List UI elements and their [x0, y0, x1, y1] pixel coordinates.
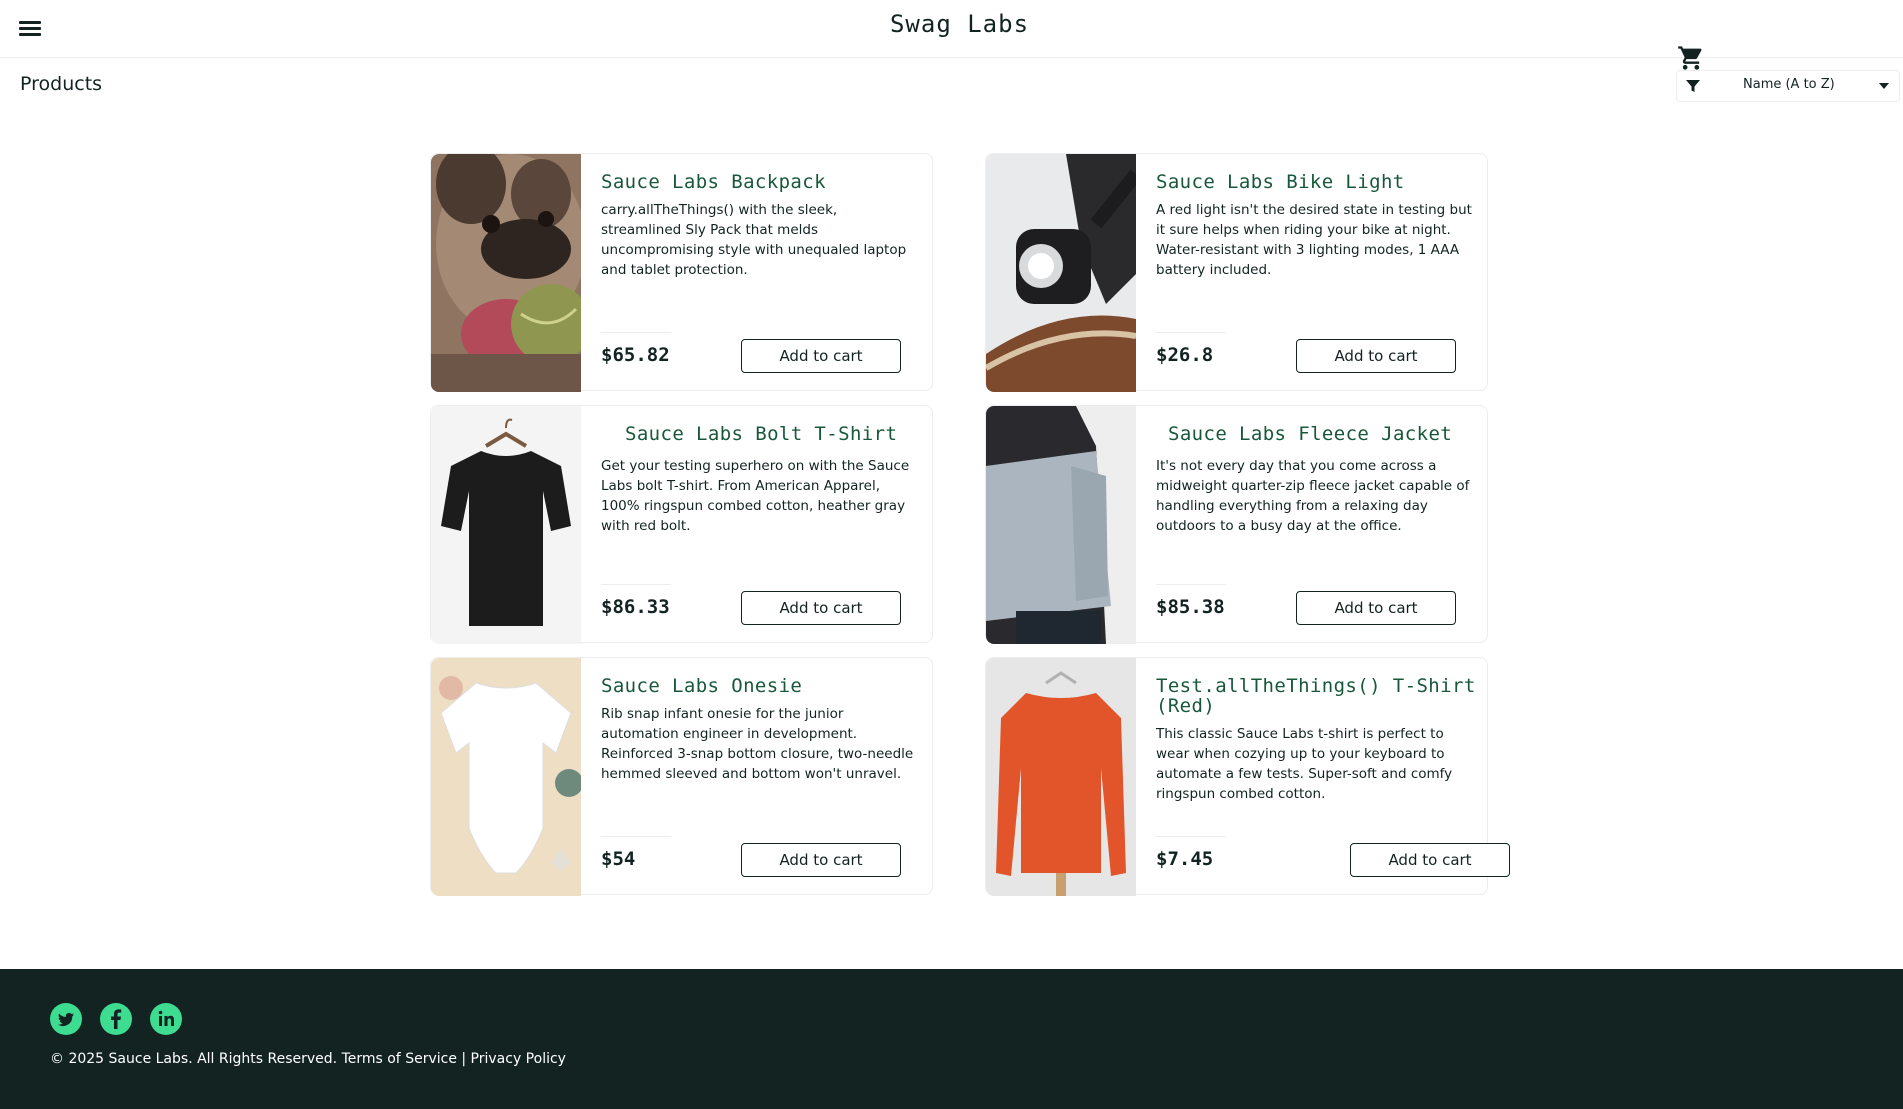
price-divider: [601, 836, 671, 837]
chevron-down-icon: [1879, 83, 1889, 89]
add-to-cart-button[interactable]: Add to cart: [741, 843, 901, 877]
primary-header: Swag Labs: [0, 0, 1903, 58]
product-description: Rib snap infant onesie for the junior au…: [601, 706, 914, 782]
page-title: Products: [20, 73, 103, 95]
secondary-header: Products: [0, 58, 1903, 113]
product-price: $85.38: [1156, 596, 1225, 618]
product-description: This classic Sauce Labs t-shirt is perfe…: [1156, 726, 1453, 802]
price-divider: [601, 584, 671, 585]
product-image-fleece-jacket[interactable]: [986, 406, 1136, 644]
price-divider: [1156, 836, 1226, 837]
inventory-item: Sauce Labs Backpack carry.allTheThings()…: [430, 153, 933, 392]
facebook-icon[interactable]: [100, 1003, 132, 1035]
product-image-red-tshirt[interactable]: [986, 658, 1136, 896]
product-description: A red light isn't the desired state in t…: [1156, 202, 1472, 278]
twitter-icon[interactable]: [50, 1003, 82, 1035]
product-price: $86.33: [601, 596, 670, 618]
product-image-bolt-tshirt[interactable]: [431, 406, 581, 644]
product-name[interactable]: Sauce Labs Backpack: [601, 172, 921, 192]
product-name[interactable]: Sauce Labs Onesie: [601, 676, 921, 696]
footer-copyright: © 2025 Sauce Labs. All Rights Reserved. …: [50, 1051, 566, 1067]
filter-icon: [1686, 80, 1700, 92]
price-divider: [1156, 332, 1226, 333]
product-name[interactable]: Sauce Labs Fleece Jacket: [1168, 424, 1488, 444]
add-to-cart-button[interactable]: Add to cart: [741, 591, 901, 625]
price-divider: [601, 332, 671, 333]
inventory-list: Sauce Labs Backpack carry.allTheThings()…: [430, 153, 1510, 898]
product-image-backpack[interactable]: [431, 154, 581, 392]
price-divider: [1156, 584, 1226, 585]
inventory-item: Test.allTheThings() T-Shirt (Red) This c…: [985, 657, 1510, 896]
sort-selected-value: Name (A to Z): [1743, 77, 1835, 92]
product-image-onesie[interactable]: [431, 658, 581, 896]
product-price: $54: [601, 848, 636, 870]
product-sort-select[interactable]: Name (A to Z): [1676, 70, 1900, 102]
product-price: $26.8: [1156, 344, 1214, 366]
add-to-cart-button[interactable]: Add to cart: [741, 339, 901, 373]
product-image-bike-light[interactable]: [986, 154, 1136, 392]
inventory-item: Sauce Labs Bolt T-Shirt Get your testing…: [430, 405, 933, 644]
inventory-item: Sauce Labs Onesie Rib snap infant onesie…: [430, 657, 933, 896]
add-to-cart-button[interactable]: Add to cart: [1350, 843, 1510, 877]
product-name[interactable]: Test.allTheThings() T-Shirt (Red): [1156, 676, 1476, 716]
product-description: Get your testing superhero on with the S…: [601, 458, 910, 534]
app-logo: Swag Labs: [889, 10, 1030, 38]
inventory-item: Sauce Labs Bike Light A red light isn't …: [985, 153, 1488, 392]
product-price: $7.45: [1156, 848, 1214, 870]
add-to-cart-button[interactable]: Add to cart: [1296, 591, 1456, 625]
inventory-item: Sauce Labs Fleece Jacket It's not every …: [985, 405, 1488, 644]
product-price: $65.82: [601, 344, 670, 366]
product-description: carry.allTheThings() with the sleek, str…: [601, 202, 907, 278]
add-to-cart-button[interactable]: Add to cart: [1296, 339, 1456, 373]
footer: © 2025 Sauce Labs. All Rights Reserved. …: [0, 969, 1903, 1109]
product-description: It's not every day that you come across …: [1156, 458, 1470, 534]
linkedin-icon[interactable]: [150, 1003, 182, 1035]
product-name[interactable]: Sauce Labs Bike Light: [1156, 172, 1476, 192]
product-name[interactable]: Sauce Labs Bolt T-Shirt: [625, 424, 945, 444]
